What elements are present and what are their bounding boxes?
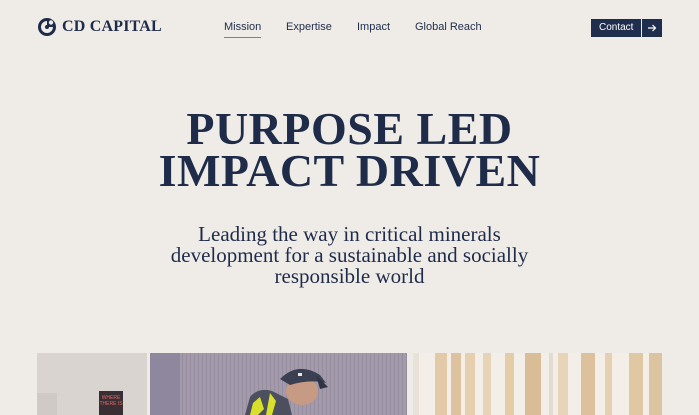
nav-item-expertise[interactable]: Expertise bbox=[286, 21, 332, 33]
hero-subtitle: Leading the way in critical minerals dev… bbox=[150, 224, 549, 287]
nav-item-impact[interactable]: Impact bbox=[357, 21, 390, 33]
sign-line-2: THERE IS bbox=[99, 401, 123, 407]
hero-title-line-2: IMPACT DRIVEN bbox=[158, 145, 541, 196]
photo-core-samples bbox=[413, 353, 662, 415]
photo-worker bbox=[150, 353, 407, 415]
photo-office: WHERE THERE IS bbox=[37, 353, 147, 415]
hero-subtitle-line-3: responsible world bbox=[274, 264, 425, 288]
nav-item-global-reach[interactable]: Global Reach bbox=[415, 21, 482, 33]
photo-strip: WHERE THERE IS bbox=[37, 353, 662, 415]
site-header: CD CAPITAL Mission Expertise Impact Glob… bbox=[0, 0, 699, 56]
hero-title: PURPOSE LED IMPACT DRIVEN bbox=[0, 106, 699, 194]
nav-item-mission[interactable]: Mission bbox=[224, 21, 262, 38]
contact-button[interactable]: Contact bbox=[591, 19, 663, 37]
contact-button-label: Contact bbox=[591, 19, 643, 37]
arrow-right-icon bbox=[642, 19, 663, 37]
